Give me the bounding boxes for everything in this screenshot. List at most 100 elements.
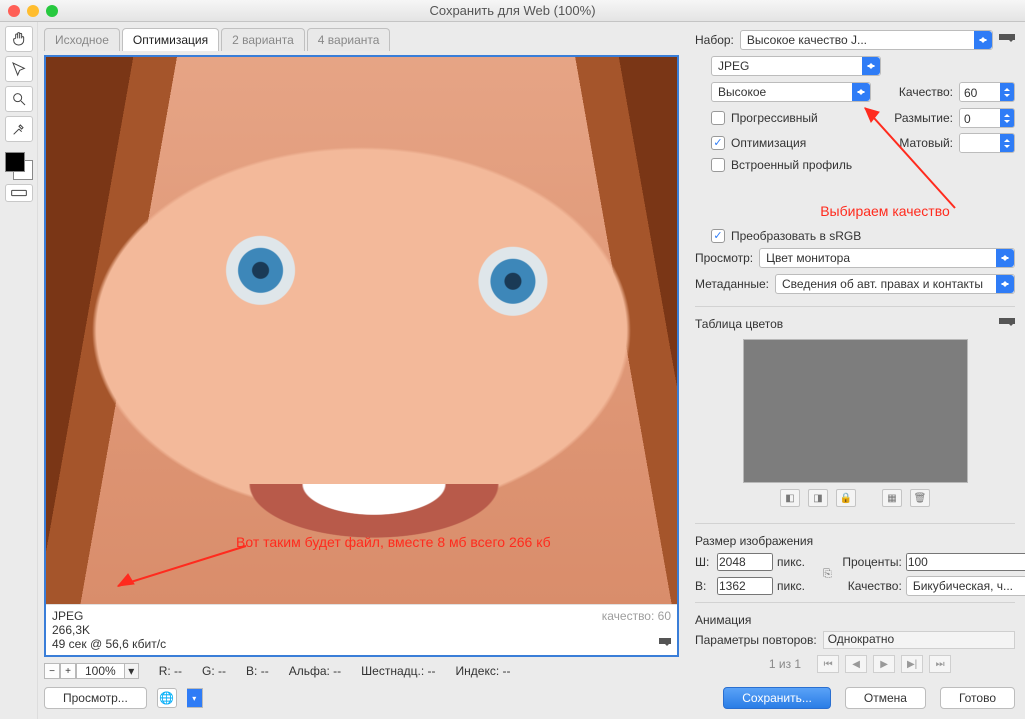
color-table-lock-icon[interactable]: 🔒 bbox=[836, 489, 856, 507]
embedded-profile-label: Встроенный профиль bbox=[731, 158, 852, 172]
zoom-value[interactable]: 100% bbox=[76, 663, 125, 679]
percent-label: Проценты: bbox=[838, 555, 902, 569]
embedded-profile-checkbox[interactable] bbox=[711, 158, 725, 172]
preview-button[interactable]: Просмотр... bbox=[44, 687, 147, 709]
optimized-label: Оптимизация bbox=[731, 136, 806, 150]
zoom-control[interactable]: − + 100% ▾ bbox=[44, 663, 139, 679]
last-frame-icon: ⏭ bbox=[929, 655, 951, 673]
metadata-value: Сведения об авт. правах и контакты bbox=[782, 277, 983, 291]
preview-image: Вот таким будет файл, вместе 8 мб всего … bbox=[46, 57, 677, 604]
slice-select-tool[interactable] bbox=[5, 56, 33, 82]
preview-select[interactable]: Цвет монитора bbox=[759, 248, 1015, 268]
preset-label: Набор: bbox=[695, 33, 734, 47]
matte-select[interactable] bbox=[959, 133, 1015, 153]
width-label: Ш: bbox=[695, 555, 713, 569]
first-frame-icon: ⏮ bbox=[817, 655, 839, 673]
play-icon: ▶ bbox=[873, 655, 895, 673]
info-time: 49 сек @ 56,6 кбит/с bbox=[52, 637, 166, 651]
convert-srgb-checkbox[interactable] bbox=[711, 229, 725, 243]
width-input[interactable] bbox=[717, 553, 773, 571]
matte-label: Матовый: bbox=[899, 136, 953, 150]
resample-label: Качество: bbox=[838, 579, 902, 593]
color-table-title: Таблица цветов bbox=[695, 317, 783, 331]
annotation-arrow-filesize bbox=[106, 540, 256, 596]
status-hex: Шестнадц.: -- bbox=[361, 664, 435, 678]
quality-label: Качество: bbox=[877, 85, 953, 99]
status-bar: − + 100% ▾ R: -- G: -- B: -- Альфа: -- Ш… bbox=[44, 663, 679, 679]
tab-2up[interactable]: 2 варианта bbox=[221, 28, 305, 51]
resample-select[interactable]: Бикубическая, ч... bbox=[906, 576, 1025, 596]
height-unit: пикс. bbox=[777, 579, 817, 593]
preset-value: Высокое качество J... bbox=[747, 33, 867, 47]
hand-tool[interactable] bbox=[5, 26, 33, 52]
zoom-tool[interactable] bbox=[5, 86, 33, 112]
preview-info: JPEG 266,3K 49 сек @ 56,6 кбит/с качеств… bbox=[46, 604, 677, 655]
metadata-label: Метаданные: bbox=[695, 277, 769, 291]
color-table-delete-icon[interactable]: 🗑 bbox=[910, 489, 930, 507]
width-unit: пикс. bbox=[777, 555, 817, 569]
next-frame-icon: ▶| bbox=[901, 655, 923, 673]
preview-value: Цвет монитора bbox=[766, 251, 850, 265]
height-label: В: bbox=[695, 579, 713, 593]
convert-srgb-label: Преобразовать в sRGB bbox=[731, 229, 861, 243]
preset-flyout-menu[interactable] bbox=[999, 34, 1015, 46]
tab-original[interactable]: Исходное bbox=[44, 28, 120, 51]
status-g: G: -- bbox=[202, 664, 226, 678]
zoom-dropdown-icon[interactable]: ▾ bbox=[125, 663, 139, 679]
titlebar: Сохранить для Web (100%) bbox=[0, 0, 1025, 22]
tool-strip bbox=[0, 22, 38, 719]
window-title: Сохранить для Web (100%) bbox=[0, 3, 1025, 18]
zoom-out-icon[interactable]: − bbox=[44, 663, 60, 679]
resample-value: Бикубическая, ч... bbox=[913, 579, 1013, 593]
zoom-in-icon[interactable]: + bbox=[60, 663, 76, 679]
quality-preset-value: Высокое bbox=[718, 85, 766, 99]
animation-title: Анимация bbox=[695, 613, 751, 627]
loop-select: Однократно bbox=[823, 631, 1015, 649]
metadata-select[interactable]: Сведения об авт. правах и контакты bbox=[775, 274, 1015, 294]
foreground-color-swatch[interactable] bbox=[5, 152, 25, 172]
info-quality: качество: 60 bbox=[602, 609, 671, 623]
format-select[interactable]: JPEG bbox=[711, 56, 881, 76]
color-table-new-icon[interactable]: ▦ bbox=[882, 489, 902, 507]
percent-input[interactable] bbox=[906, 553, 1025, 571]
frame-counter: 1 из 1 bbox=[759, 657, 811, 671]
constrain-proportions-icon[interactable]: ⎘ bbox=[823, 557, 832, 591]
height-input[interactable] bbox=[717, 577, 773, 595]
progressive-checkbox[interactable] bbox=[711, 111, 725, 125]
cancel-button[interactable]: Отмена bbox=[845, 687, 926, 709]
preview-canvas[interactable]: Вот таким будет файл, вместе 8 мб всего … bbox=[44, 55, 679, 657]
browser-preview-icon[interactable]: 🌐 bbox=[157, 688, 177, 708]
eyedropper-tool[interactable] bbox=[5, 116, 33, 142]
browser-preview-dropdown[interactable]: ▾ bbox=[187, 688, 203, 708]
done-button[interactable]: Готово bbox=[940, 687, 1015, 709]
quality-value[interactable]: 60 bbox=[960, 83, 1000, 102]
color-table-flyout[interactable] bbox=[999, 318, 1015, 330]
color-table-snap-icon[interactable]: ◧ bbox=[780, 489, 800, 507]
foreground-background-color[interactable] bbox=[5, 152, 33, 180]
loop-value: Однократно bbox=[828, 632, 895, 646]
status-index: Индекс: -- bbox=[456, 664, 511, 678]
tab-optimized[interactable]: Оптимизация bbox=[122, 28, 219, 51]
blur-value[interactable]: 0 bbox=[960, 109, 1000, 128]
info-size: 266,3K bbox=[52, 623, 671, 637]
info-flyout-menu[interactable] bbox=[659, 638, 671, 650]
color-table-shift-icon[interactable]: ◨ bbox=[808, 489, 828, 507]
settings-panel: Набор: Высокое качество J... JPEG Высоко… bbox=[685, 22, 1025, 719]
quality-preset-select[interactable]: Высокое bbox=[711, 82, 871, 102]
annotation-quality: Выбираем качество bbox=[755, 203, 1015, 219]
status-alpha: Альфа: -- bbox=[289, 664, 341, 678]
tab-4up[interactable]: 4 варианта bbox=[307, 28, 391, 51]
quality-input[interactable]: 60 bbox=[959, 82, 1015, 102]
info-format: JPEG bbox=[52, 609, 671, 623]
format-value: JPEG bbox=[718, 59, 749, 73]
preview-area: Исходное Оптимизация 2 варианта 4 вариан… bbox=[38, 22, 685, 719]
prev-frame-icon: ◀ bbox=[845, 655, 867, 673]
toggle-slices-visibility[interactable] bbox=[5, 184, 33, 202]
optimized-checkbox[interactable] bbox=[711, 136, 725, 150]
preset-select[interactable]: Высокое качество J... bbox=[740, 30, 993, 50]
blur-label: Размытие: bbox=[894, 111, 953, 125]
save-button[interactable]: Сохранить... bbox=[723, 687, 831, 709]
loop-label: Параметры повторов: bbox=[695, 633, 817, 647]
color-table[interactable] bbox=[743, 339, 968, 483]
blur-input[interactable]: 0 bbox=[959, 108, 1015, 128]
